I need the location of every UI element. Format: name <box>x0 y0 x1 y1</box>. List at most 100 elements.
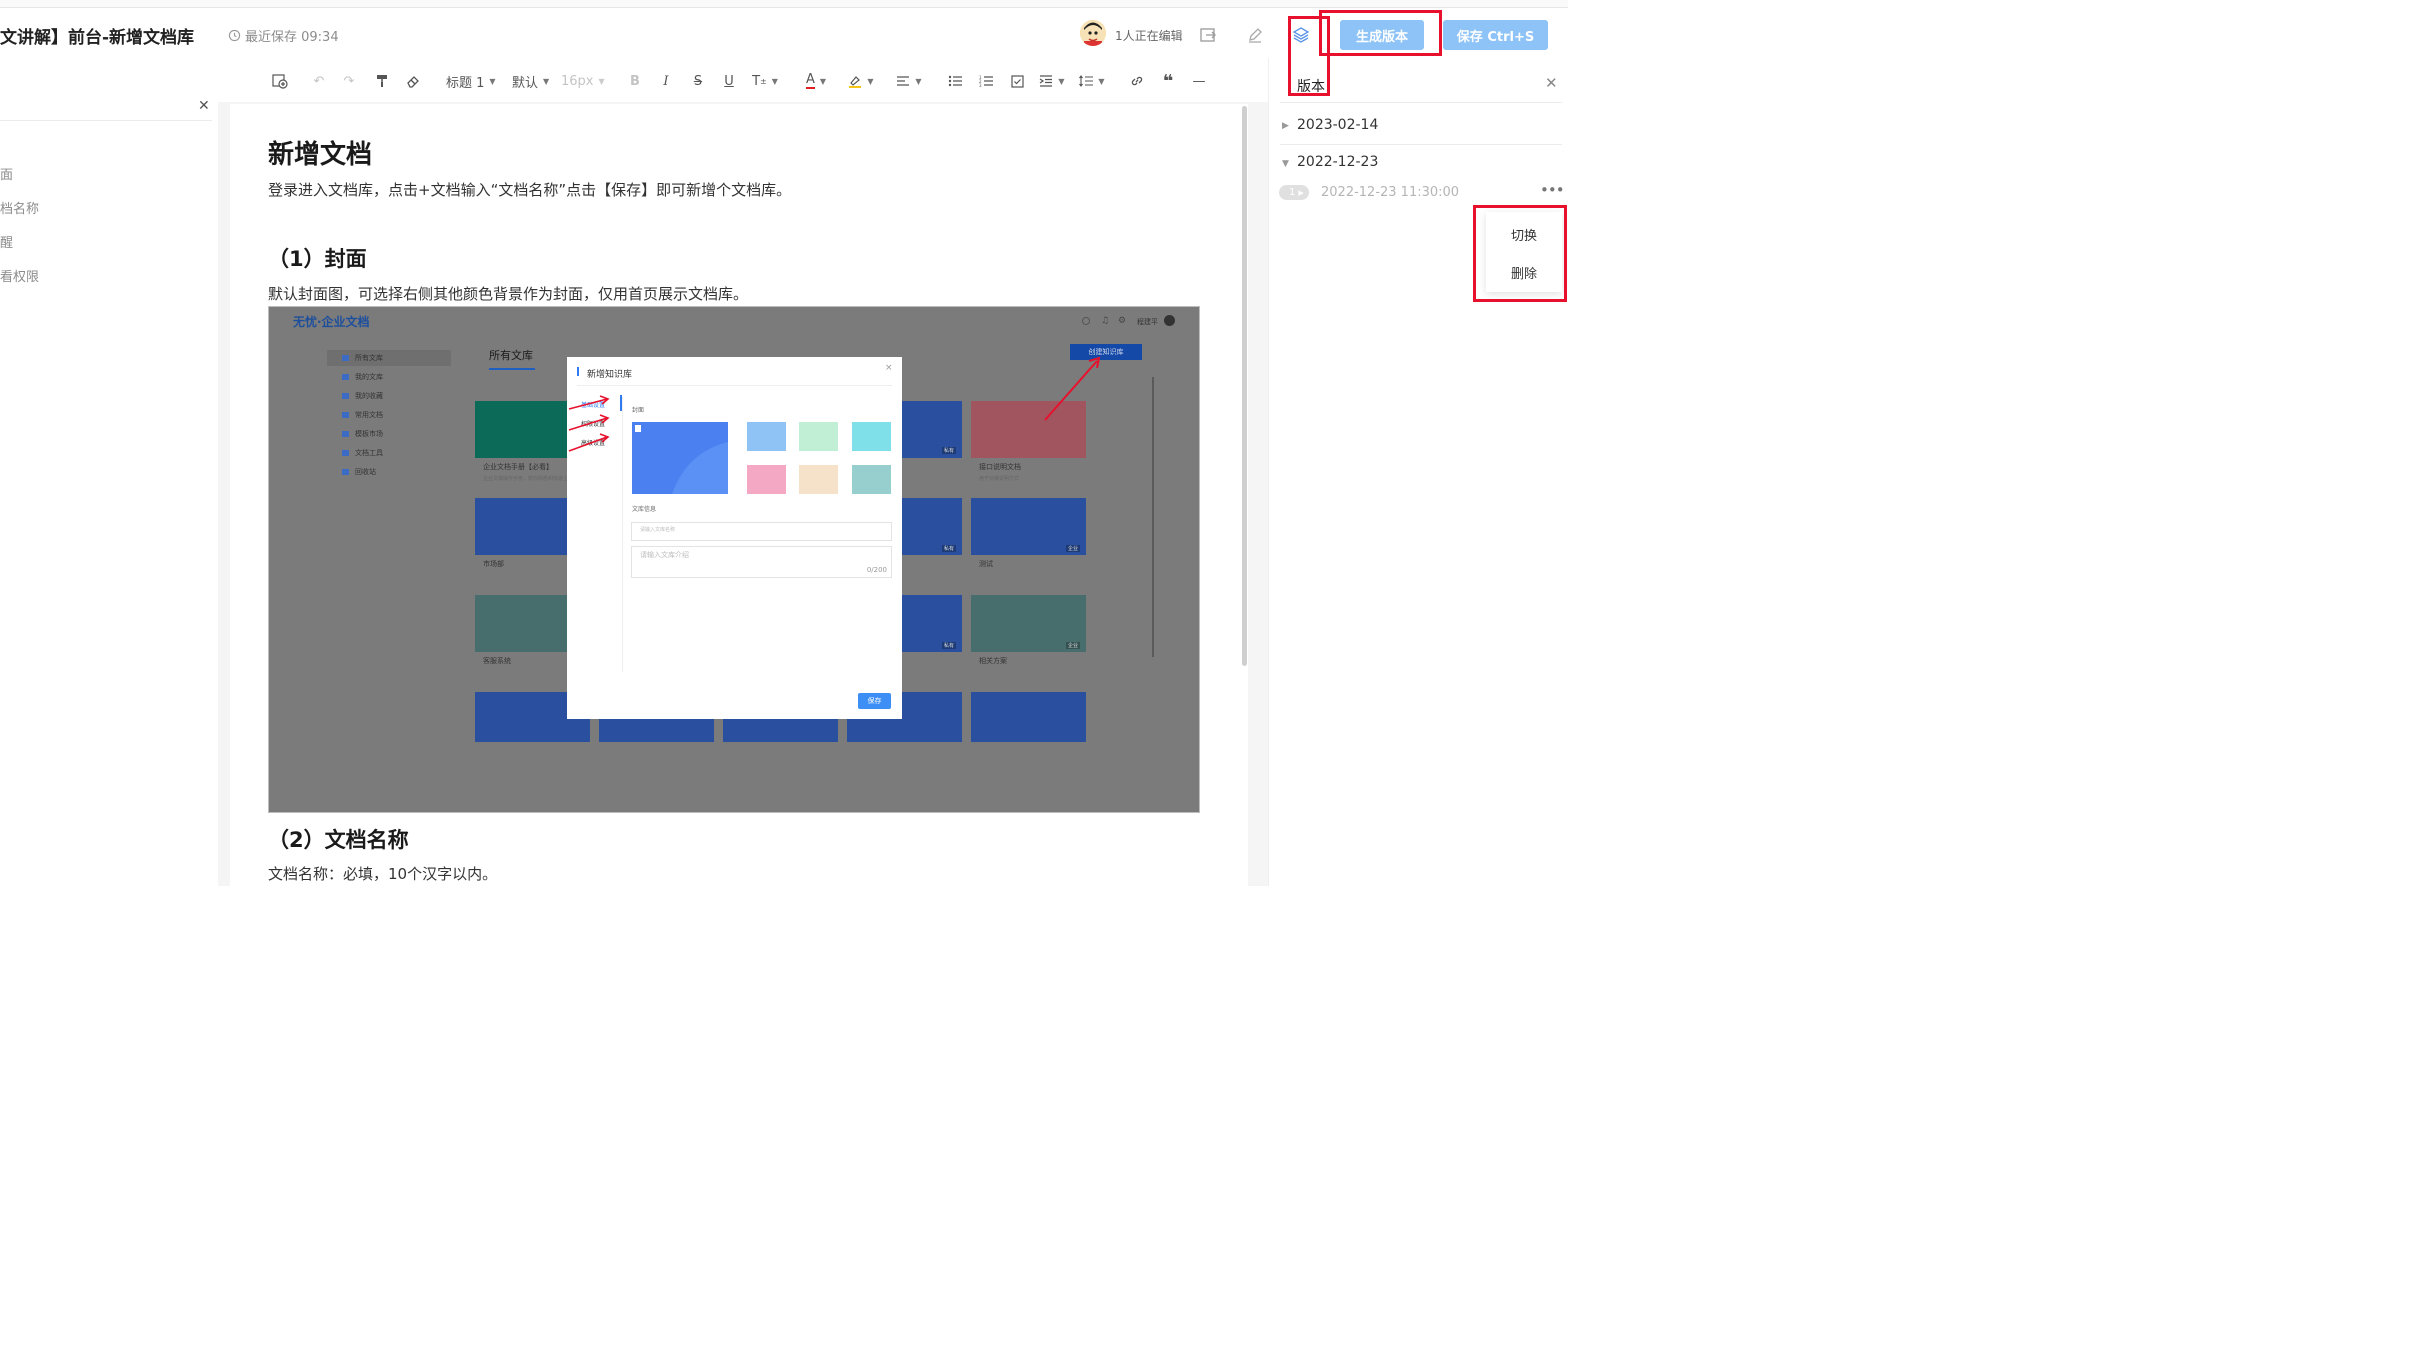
card-tag: 私有 <box>942 642 957 649</box>
indent-icon[interactable]: ▼ <box>1037 70 1067 92</box>
title-accent <box>577 367 579 376</box>
scrollbar <box>1152 377 1154 657</box>
underline-icon[interactable]: U <box>719 70 739 92</box>
card-tag: 企业 <box>1066 545 1081 552</box>
outline-item[interactable]: 面 <box>0 164 13 183</box>
strikethrough-icon[interactable]: S <box>688 70 708 92</box>
color-swatch <box>747 422 786 451</box>
redo-icon[interactable]: ↷ <box>339 70 359 92</box>
line-height-icon[interactable]: ▼ <box>1077 70 1107 92</box>
edit-icon[interactable] <box>1244 24 1266 46</box>
sidebar-item: 回收站 <box>327 464 451 480</box>
highlight-icon[interactable]: ▼ <box>844 70 878 92</box>
bullet-list-icon[interactable] <box>945 70 965 92</box>
bell-icon: ♫ <box>1101 316 1110 326</box>
outline-divider <box>0 120 212 121</box>
chevron-down-icon[interactable]: ▼ <box>1282 159 1289 169</box>
highlight-annotation <box>1473 205 1567 302</box>
superscript-icon[interactable]: T ± ▼ <box>750 70 780 92</box>
clock-icon <box>228 29 241 42</box>
arrow-annotation <box>568 395 610 452</box>
outline-item[interactable]: 档名称 <box>0 198 39 217</box>
library-name-input: 请输入文库名称 <box>631 522 892 541</box>
top-strip <box>0 0 1568 8</box>
insert-icon[interactable] <box>270 70 290 92</box>
chevron-down-icon: ▼ <box>543 76 550 86</box>
embedded-screenshot[interactable]: 无忧·企业文档 ♫ ⚙ 程建平 所有文库 我的文库 我的收藏 常用文档 模板市场… <box>268 306 1200 813</box>
format-painter-icon[interactable] <box>372 70 392 92</box>
undo-icon[interactable]: ↶ <box>309 70 329 92</box>
sidebar-item: 文档工具 <box>327 445 451 461</box>
align-icon[interactable]: ▼ <box>894 70 924 92</box>
numbered-list-icon[interactable]: 123 <box>976 70 996 92</box>
new-library-modal: 新增知识库 × 基础设置 权限设置 高级设置 封面 文库信息 请输入文库名称 请… <box>567 357 902 719</box>
more-icon[interactable]: ••• <box>1540 181 1565 199</box>
panel-divider <box>1280 144 1562 145</box>
version-badge: 1 ▶ <box>1279 185 1309 200</box>
size-select[interactable]: 16px ▼ <box>561 70 611 92</box>
close-icon: × <box>885 363 893 373</box>
eraser-icon[interactable] <box>403 70 423 92</box>
document-heading[interactable]: 新增文档 <box>268 134 372 171</box>
library-description-input: 请输入文库介绍 0/200 <box>631 546 892 578</box>
close-icon[interactable]: ✕ <box>1545 74 1558 92</box>
heading-select[interactable]: 标题 1 ▼ <box>446 70 506 92</box>
version-date-group[interactable]: 2023-02-14 <box>1297 117 1378 133</box>
paragraph[interactable]: 登录进入文档库，点击+文档输入“文档名称”点击【保存】即可新增个文档库。 <box>268 179 791 200</box>
quote-icon[interactable]: ❝ <box>1158 70 1178 92</box>
color-swatch <box>799 422 838 451</box>
color-swatch <box>747 465 786 494</box>
highlight-annotation <box>1319 10 1442 56</box>
outline-item[interactable]: 看权限 <box>0 266 39 285</box>
color-swatch <box>852 422 891 451</box>
bold-icon[interactable]: B <box>625 70 645 92</box>
section-heading[interactable]: （1）封面 <box>268 243 367 273</box>
library-info-label: 文库信息 <box>632 506 657 513</box>
sidebar-item: 常用文档 <box>327 407 451 423</box>
editing-count: 1人正在编辑 <box>1115 29 1183 43</box>
chevron-down-icon: ▼ <box>489 76 496 86</box>
outline-item[interactable]: 醒 <box>0 232 13 251</box>
save-button[interactable]: 保存 Ctrl+S <box>1443 20 1548 50</box>
card-description: 企业文档操作手册，帮你熟悉和快速上手 <box>483 476 574 482</box>
divider-icon[interactable]: — <box>1189 70 1209 92</box>
section-heading[interactable]: （2）文档名称 <box>268 824 409 854</box>
paragraph[interactable]: 文档名称：必填，10个汉字以内。 <box>268 863 497 884</box>
paragraph[interactable]: 默认封面图，可选择右侧其他颜色背景作为封面，仅用首页展示文档库。 <box>268 283 748 304</box>
chevron-down-icon: ▼ <box>598 76 605 86</box>
font-select[interactable]: 默认 ▼ <box>512 70 557 92</box>
card-caption: 测试 <box>979 560 993 568</box>
font-color-icon[interactable]: A ▼ <box>799 70 833 92</box>
avatar[interactable] <box>1080 20 1106 46</box>
logo: 无忧·企业文档 <box>293 315 370 329</box>
modal-title: 新增知识库 <box>587 370 633 380</box>
search-icon <box>1082 317 1090 325</box>
chevron-down-icon: ▼ <box>1058 76 1065 86</box>
export-icon[interactable] <box>1197 24 1219 46</box>
size-select-value: 16px <box>561 73 594 89</box>
chevron-down-icon: ▼ <box>915 76 922 86</box>
chevron-right-icon[interactable]: ▶ <box>1282 121 1289 131</box>
italic-icon[interactable]: I <box>656 70 676 92</box>
link-icon[interactable] <box>1127 70 1147 92</box>
svg-text:3: 3 <box>979 83 982 87</box>
card-caption: 市场部 <box>483 560 504 568</box>
nav-indicator <box>620 395 622 411</box>
card-tag: 私有 <box>942 545 957 552</box>
card-caption: 相关方案 <box>979 657 1007 665</box>
sidebar-item: 模板市场 <box>327 426 451 442</box>
color-swatch <box>852 465 891 494</box>
checkbox-icon[interactable] <box>1007 70 1027 92</box>
cover-preview <box>632 422 728 494</box>
scrollbar[interactable] <box>1242 106 1247 666</box>
version-date-group[interactable]: 2022-12-23 <box>1297 154 1378 170</box>
close-icon[interactable]: ✕ <box>198 98 210 114</box>
version-timestamp[interactable]: 2022-12-23 11:30:00 <box>1321 185 1459 200</box>
version-panel <box>1268 58 1568 886</box>
sidebar-item: 我的文库 <box>327 369 451 385</box>
modal-save-button: 保存 <box>858 693 891 709</box>
document-title[interactable]: 文讲解】前台-新增文档库 <box>0 23 194 48</box>
chevron-down-icon: ▼ <box>1098 76 1105 86</box>
library-card <box>971 692 1086 742</box>
sidebar-item: 所有文库 <box>327 350 451 366</box>
